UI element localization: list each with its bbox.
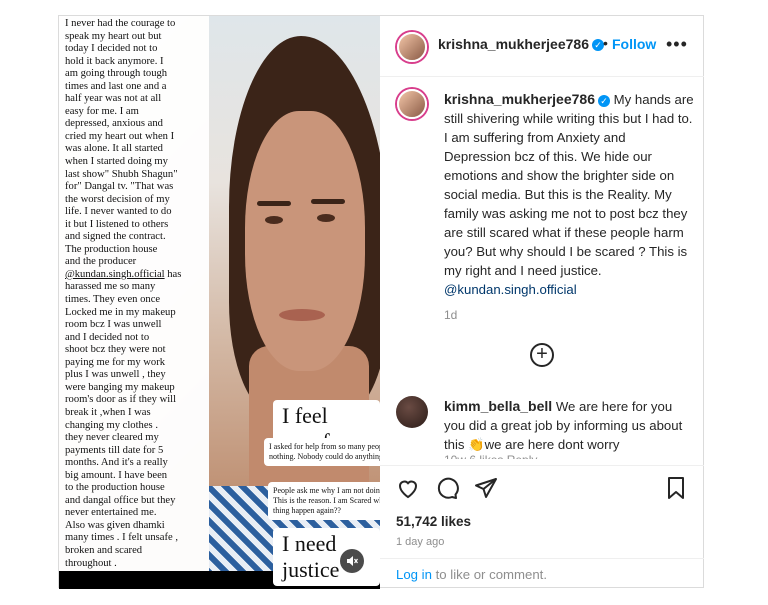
story-line: for" Dangal tv. "That was — [65, 181, 174, 193]
bookmark-icon[interactable] — [664, 476, 692, 504]
commenter-avatar[interactable] — [396, 396, 428, 428]
story-line: break it ,when I was — [65, 406, 151, 418]
caption-mention[interactable]: @kundan.singh.official — [444, 282, 577, 297]
story-lines: I never had the courage to speak my heart… — [65, 18, 206, 269]
more-options-icon[interactable]: ••• — [666, 34, 688, 55]
story-line: payments till date for 5 — [65, 444, 164, 456]
story-line: room bcz I was unwell — [65, 319, 162, 331]
story-line: times and last one and a — [65, 80, 167, 92]
login-prompt: Log in to like or comment. — [380, 558, 704, 590]
caption-age: 1d — [444, 308, 458, 322]
author-name-wrap: krishna_mukherjee786 ✓ — [438, 36, 604, 54]
story-line: life. I never wanted to do — [65, 206, 172, 218]
caption-username[interactable]: krishna_mukherjee786 — [444, 91, 595, 107]
author-username[interactable]: krishna_mukherjee786 — [438, 36, 589, 52]
story-line: and dangal office but they — [65, 494, 176, 506]
story-line: shoot bcz they were not — [65, 344, 166, 356]
login-link[interactable]: Log in — [396, 567, 432, 582]
story-line: paying me for my work — [65, 356, 166, 368]
story-line: today I decided not to — [65, 43, 158, 55]
story-line: and I decided not to — [65, 331, 150, 343]
story-line: was alone. It all started — [65, 143, 163, 155]
mute-icon[interactable] — [340, 549, 364, 573]
story-line: it but I listened to others — [65, 218, 169, 230]
commenter-username[interactable]: kimm_bella_bell — [444, 398, 552, 414]
story-line: many times . I felt unsafe , — [65, 532, 178, 544]
story-mention-suffix: has — [164, 268, 182, 280]
comment-text-after: we are here dont worry — [484, 437, 620, 452]
story-line: changing my clothes . — [65, 419, 158, 431]
story-line: easy for me. I am — [65, 105, 139, 117]
story-line: throughout . — [65, 557, 117, 569]
instagram-post: I never had the courage to speak my heart… — [58, 15, 704, 589]
story-line: The production house — [65, 243, 158, 255]
comment-icon[interactable] — [435, 476, 463, 504]
action-bar: 51,742 likes 1 day ago Log in to like or… — [380, 465, 704, 589]
comment: kimm_bella_bell We are here for you you … — [444, 397, 694, 454]
story-line: they never cleared my — [65, 432, 159, 444]
post-caption: krishna_mukherjee786 ✓ My hands are still… — [444, 90, 694, 299]
story-line: speak my heart out but — [65, 30, 162, 42]
story-line: when I started doing my — [65, 156, 168, 168]
story-mention-line: @kundan.singh.official has — [65, 269, 206, 282]
caption-text: My hands are still shivering while writi… — [444, 92, 694, 278]
story-line: cried my heart out when I — [65, 130, 175, 142]
add-comment-icon[interactable]: + — [530, 343, 554, 367]
story-line: big amount. I have been — [65, 469, 168, 481]
story-line: depressed, anxious and — [65, 118, 163, 130]
story-mention: @kundan.singh.official — [65, 268, 165, 280]
story-line: plus I was unwell , they — [65, 369, 166, 381]
story-line: never entertained me. — [65, 507, 157, 519]
share-icon[interactable] — [474, 476, 502, 504]
story-line: Locked me in my makeup — [65, 306, 176, 318]
story-line: last show" Shubh Shagun" — [65, 168, 178, 180]
clap-emoji: 👏 — [468, 437, 485, 452]
verified-icon: ✓ — [597, 94, 610, 107]
like-count[interactable]: 51,742 likes — [396, 514, 471, 529]
story-line: to the production house — [65, 482, 165, 494]
story-line: were banging my makeup — [65, 381, 175, 393]
sticker-need-justice: I need justice — [273, 528, 380, 586]
comment-meta: 10w 6 likes Reply — [444, 453, 694, 459]
story-line: harassed me so many — [65, 281, 156, 293]
sticker-asked-help: I asked for help from so many people but… — [264, 438, 380, 466]
story-screenshot: I never had the courage to speak my heart… — [59, 16, 380, 586]
follow-button[interactable]: Follow — [612, 36, 656, 52]
story-line: broken and scared — [65, 544, 143, 556]
story-lines-after: harassed me so many times. They even once… — [65, 281, 206, 570]
story-line: months. And it's a really — [65, 457, 168, 469]
story-line: and signed the contract. — [65, 231, 166, 243]
story-line: and the producer — [65, 256, 137, 268]
post-media[interactable]: I never had the courage to speak my heart… — [59, 16, 380, 589]
caption-avatar[interactable] — [397, 89, 427, 119]
heart-icon[interactable] — [396, 476, 424, 504]
story-line: times. They even once — [65, 294, 161, 306]
post-details: krishna_mukherjee786 ✓ • Follow ••• krish… — [380, 16, 704, 589]
header-separator: • — [603, 35, 608, 51]
post-date: 1 day ago — [396, 536, 445, 548]
sticker-people-ask: People ask me why I am not doing any sho… — [268, 482, 380, 520]
story-line: hold it back anymore. I — [65, 55, 164, 67]
story-line: room's door as if they will — [65, 394, 177, 406]
story-line: the worst decision of my — [65, 193, 170, 205]
story-line: I never had the courage to — [65, 18, 176, 29]
post-header: krishna_mukherjee786 ✓ • Follow ••• — [380, 16, 704, 77]
story-line: half year was not at all — [65, 93, 162, 105]
story-line: am going through tough — [65, 68, 168, 80]
story-text-panel: I never had the courage to speak my heart… — [59, 16, 209, 571]
story-line: Also was given dhamki — [65, 519, 165, 531]
author-avatar[interactable] — [397, 32, 427, 62]
login-text: to like or comment. — [431, 567, 547, 582]
